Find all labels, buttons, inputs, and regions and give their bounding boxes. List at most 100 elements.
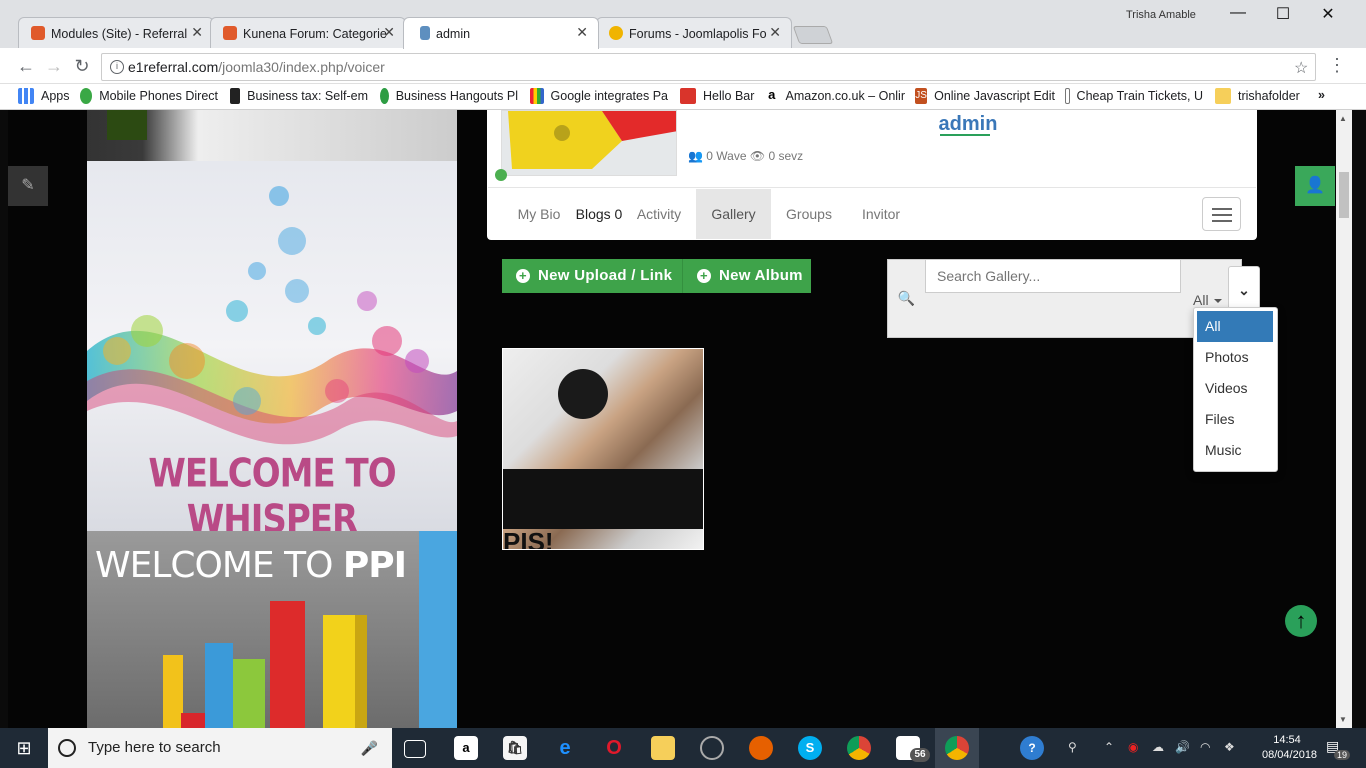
- filter-option-files[interactable]: Files: [1197, 404, 1273, 435]
- filter-option-music[interactable]: Music: [1197, 435, 1273, 466]
- browser-tab-kunena[interactable]: Kunena Forum: Categorie ✕: [210, 17, 406, 49]
- forward-icon[interactable]: →: [42, 56, 66, 77]
- bookmark-online-javascript[interactable]: JS Online Javascript Edit: [915, 88, 1055, 104]
- browser-tab-forums[interactable]: Forums - Joomlapolis Fo ✕: [596, 17, 792, 49]
- back-icon[interactable]: ←: [14, 56, 38, 77]
- scrollbar-thumb[interactable]: [1339, 172, 1349, 218]
- taskbar-search-input[interactable]: Type here to search 🎤: [48, 728, 392, 768]
- task-view-icon[interactable]: [404, 740, 426, 758]
- close-tab-icon[interactable]: ✕: [769, 24, 781, 41]
- profile-name[interactable]: Trisha Amable: [1126, 9, 1196, 21]
- filter-option-all[interactable]: All: [1197, 311, 1273, 342]
- minimize-icon[interactable]: —: [1223, 4, 1253, 22]
- bookmark-business-tax[interactable]: Business tax: Self-em: [230, 88, 368, 104]
- reload-icon[interactable]: ↻: [70, 56, 94, 77]
- bookmark-mobile-phones[interactable]: Mobile Phones Direct: [80, 88, 218, 104]
- bookmark-label: Business tax: Self-em: [247, 89, 368, 103]
- waves-count: 0 Wave: [706, 149, 747, 163]
- scroll-up-icon[interactable]: ▲: [1339, 114, 1347, 123]
- bookmark-amazon[interactable]: a Amazon.co.uk – Onlir: [765, 88, 905, 104]
- joomlapolis-favicon-icon: [609, 26, 623, 40]
- close-tab-icon[interactable]: ✕: [383, 24, 395, 41]
- close-tab-icon[interactable]: ✕: [191, 24, 203, 41]
- volume-icon[interactable]: 🔊: [1175, 740, 1190, 754]
- onedrive-icon[interactable]: ☁: [1152, 740, 1164, 754]
- address-bar[interactable]: i e1referral.com/joomla30/index.php/voic…: [101, 53, 1316, 81]
- edge-icon[interactable]: e: [553, 736, 577, 760]
- file-explorer-icon[interactable]: [651, 736, 675, 760]
- profile-name-link[interactable]: admin: [900, 113, 1036, 136]
- more-bookmarks-icon[interactable]: »: [1318, 88, 1332, 102]
- bookmark-hello-bar[interactable]: Hello Bar: [680, 88, 760, 104]
- skype-icon[interactable]: S: [798, 736, 822, 760]
- bookmark-label: Mobile Phones Direct: [99, 89, 218, 103]
- tab-blogs[interactable]: Blogs 0: [569, 189, 629, 239]
- page-favicon-icon: [1065, 88, 1070, 104]
- clock-date: 08/04/2018: [1262, 749, 1318, 761]
- profile-stats: 👥 0 Wave 👁 0 sevz: [688, 149, 803, 163]
- dropbox-icon[interactable]: ❖: [1224, 740, 1235, 754]
- bookmark-apps[interactable]: Apps: [18, 88, 78, 104]
- tab-gallery[interactable]: Gallery: [696, 189, 771, 239]
- caret-down-icon: [1213, 299, 1222, 304]
- new-album-button[interactable]: + New Album: [682, 259, 811, 293]
- search-icon[interactable]: 🔍: [888, 260, 925, 337]
- maximize-icon[interactable]: ☐: [1268, 4, 1298, 24]
- bookmark-google-integrates[interactable]: Google integrates Pa: [530, 88, 668, 104]
- address-host: e1referral.com: [128, 59, 219, 75]
- joomla-favicon-icon: [223, 26, 237, 40]
- tab-groups[interactable]: Groups: [776, 189, 842, 239]
- menu-kebab-icon[interactable]: ⋮: [1328, 55, 1346, 76]
- windows-start-icon[interactable]: ⊞: [0, 728, 48, 768]
- chrome-icon[interactable]: [847, 736, 871, 760]
- whisper-banner[interactable]: WELCOME TO WHISPER: [87, 161, 457, 543]
- tray-app-icon[interactable]: ◉: [1128, 740, 1138, 754]
- obs-icon[interactable]: [700, 736, 724, 760]
- close-window-icon[interactable]: ✕: [1313, 4, 1343, 24]
- ppi-banner[interactable]: WELCOME TO PPI: [87, 531, 457, 728]
- browser-tab-admin[interactable]: admin ✕: [403, 17, 599, 49]
- clock-time: 14:54: [1273, 734, 1301, 746]
- amazon-favicon-icon: a: [765, 88, 779, 104]
- filter-option-videos[interactable]: Videos: [1197, 373, 1273, 404]
- help-icon[interactable]: ?: [1020, 736, 1044, 760]
- opera-icon[interactable]: O: [602, 736, 626, 760]
- bookmark-trishafolder[interactable]: trishafolder: [1215, 88, 1310, 104]
- chrome-icon[interactable]: [945, 736, 969, 760]
- wifi-icon[interactable]: ◠: [1200, 740, 1210, 754]
- tab-activity[interactable]: Activity: [629, 189, 689, 239]
- bookmark-star-icon[interactable]: ☆: [1294, 58, 1308, 78]
- chevron-down-icon[interactable]: ⌄: [1228, 266, 1260, 312]
- bookmark-business-hangouts[interactable]: Business Hangouts Pl: [380, 88, 518, 104]
- people-icon[interactable]: ⚲: [1068, 740, 1077, 754]
- info-icon[interactable]: i: [110, 60, 124, 74]
- new-tab-button[interactable]: [792, 26, 834, 44]
- sidebar-banners: WELCOME TO WHISPER WELCOME TO PPI: [87, 110, 457, 728]
- gallery-photo-thumbnail[interactable]: PIS!: [502, 348, 704, 550]
- bookmark-label: Business Hangouts Pl: [395, 89, 518, 103]
- profile-avatar-image[interactable]: [501, 110, 677, 176]
- back-to-top-arrow-icon[interactable]: ↑: [1285, 605, 1317, 637]
- tab-invitor[interactable]: Invitor: [850, 189, 912, 239]
- amazon-app-icon[interactable]: a: [454, 736, 478, 760]
- bookmark-cheap-train[interactable]: Cheap Train Tickets, U: [1065, 88, 1203, 104]
- microphone-icon[interactable]: 🎤: [361, 728, 378, 768]
- browser-tab-modules[interactable]: Modules (Site) - Referral ✕: [18, 17, 214, 49]
- scroll-down-icon[interactable]: ▼: [1339, 715, 1347, 724]
- taskbar-clock[interactable]: 14:54 08/04/2018: [1262, 733, 1318, 763]
- tab-my-bio[interactable]: My Bio: [509, 189, 569, 239]
- user-icon[interactable]: 👤: [1295, 166, 1335, 206]
- hamburger-menu-icon[interactable]: [1202, 197, 1241, 231]
- gallery-search-input[interactable]: [925, 259, 1181, 293]
- apps-grid-icon: [18, 88, 34, 104]
- pencil-edit-icon[interactable]: ✎: [8, 166, 48, 206]
- new-album-label: New Album: [719, 267, 803, 284]
- close-tab-icon[interactable]: ✕: [576, 24, 588, 41]
- bookmark-label: Cheap Train Tickets, U: [1076, 89, 1203, 103]
- firefox-icon[interactable]: [749, 736, 773, 760]
- store-icon[interactable]: 🛍: [503, 736, 527, 760]
- new-upload-button[interactable]: + New Upload / Link: [502, 259, 682, 293]
- filter-option-photos[interactable]: Photos: [1197, 342, 1273, 373]
- chevron-up-icon[interactable]: ⌃: [1104, 740, 1114, 754]
- crown-favicon-icon: [230, 88, 241, 104]
